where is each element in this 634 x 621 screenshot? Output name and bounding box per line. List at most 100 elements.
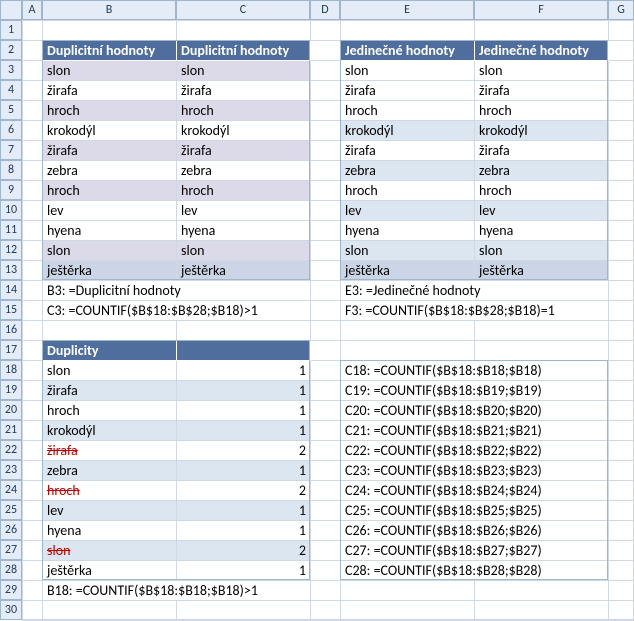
cell[interactable]: [609, 161, 634, 181]
row-header[interactable]: 24: [0, 480, 22, 500]
cell[interactable]: [311, 421, 341, 441]
cell[interactable]: [23, 461, 43, 481]
table-cell[interactable]: hyena: [177, 221, 311, 241]
table-header[interactable]: Jedinečné hodnoty: [341, 41, 475, 61]
table-cell[interactable]: 1: [177, 461, 311, 481]
formula-note[interactable]: C25: =COUNTIF($B$18:$B25;$B25): [341, 501, 609, 521]
formula-note[interactable]: F3: =COUNTIF($B$18:$B$28;$B18)=1: [341, 301, 609, 321]
table-header[interactable]: Jedinečné hodnoty: [475, 41, 609, 61]
table-cell[interactable]: ještěrka: [43, 561, 177, 581]
row-header[interactable]: 26: [0, 520, 22, 540]
cell[interactable]: [341, 601, 475, 621]
table-cell[interactable]: žirafa: [43, 141, 177, 161]
table-cell[interactable]: 1: [177, 381, 311, 401]
row-header[interactable]: 18: [0, 360, 22, 380]
table-header[interactable]: Duplicitní hodnoty: [177, 41, 311, 61]
row-header[interactable]: 19: [0, 380, 22, 400]
row-header[interactable]: 13: [0, 260, 22, 280]
cell[interactable]: [609, 421, 634, 441]
cell[interactable]: [609, 121, 634, 141]
table-cell[interactable]: slon: [341, 61, 475, 81]
cell[interactable]: [311, 21, 341, 41]
cell[interactable]: [23, 181, 43, 201]
formula-note[interactable]: C19: =COUNTIF($B$18:$B19;$B19): [341, 381, 609, 401]
cell[interactable]: [311, 481, 341, 501]
cell[interactable]: [23, 101, 43, 121]
table-cell[interactable]: žirafa: [177, 81, 311, 101]
cell[interactable]: [609, 241, 634, 261]
cell[interactable]: [609, 301, 634, 321]
cell[interactable]: [341, 581, 475, 601]
cell[interactable]: [341, 21, 475, 41]
cell[interactable]: [177, 21, 311, 41]
table-cell[interactable]: krokodýl: [43, 121, 177, 141]
table-cell[interactable]: slon: [43, 241, 177, 261]
row-header[interactable]: 23: [0, 460, 22, 480]
cell[interactable]: [609, 221, 634, 241]
row-header[interactable]: 2: [0, 40, 22, 60]
cell[interactable]: [609, 61, 634, 81]
cell[interactable]: [311, 221, 341, 241]
table-cell[interactable]: lev: [177, 201, 311, 221]
col-header-B[interactable]: B: [42, 0, 176, 20]
table-cell[interactable]: žirafa: [43, 441, 177, 461]
cell[interactable]: [475, 21, 609, 41]
table-cell[interactable]: krokodýl: [475, 121, 609, 141]
cell[interactable]: [609, 321, 634, 341]
table-cell[interactable]: 1: [177, 361, 311, 381]
col-header-D[interactable]: D: [310, 0, 340, 20]
cell-grid[interactable]: Duplicitní hodnotyDuplicitní hodnotyJedi…: [22, 20, 634, 620]
table-cell[interactable]: zebra: [43, 461, 177, 481]
cell[interactable]: [311, 381, 341, 401]
table-cell[interactable]: lev: [475, 201, 609, 221]
cell[interactable]: [23, 41, 43, 61]
row-header[interactable]: 14: [0, 280, 22, 300]
table-cell[interactable]: žirafa: [341, 81, 475, 101]
cell[interactable]: [23, 221, 43, 241]
cell[interactable]: [311, 101, 341, 121]
table-cell[interactable]: hroch: [177, 101, 311, 121]
table-cell[interactable]: žirafa: [475, 81, 609, 101]
table-cell[interactable]: krokodýl: [341, 121, 475, 141]
cell[interactable]: [609, 181, 634, 201]
cell[interactable]: [475, 581, 609, 601]
cell[interactable]: [23, 601, 43, 621]
cell[interactable]: [311, 281, 341, 301]
row-header[interactable]: 28: [0, 560, 22, 580]
cell[interactable]: [311, 601, 341, 621]
table-cell[interactable]: žirafa: [177, 141, 311, 161]
table-cell[interactable]: zebra: [475, 161, 609, 181]
cell[interactable]: [311, 441, 341, 461]
cell[interactable]: [43, 21, 177, 41]
table-cell[interactable]: lev: [341, 201, 475, 221]
cell[interactable]: [23, 201, 43, 221]
cell[interactable]: [23, 381, 43, 401]
table-cell[interactable]: žirafa: [475, 141, 609, 161]
table-cell[interactable]: slon: [475, 241, 609, 261]
cell[interactable]: [311, 61, 341, 81]
table-cell[interactable]: slon: [43, 541, 177, 561]
row-header[interactable]: 29: [0, 580, 22, 600]
table-header[interactable]: Duplicity: [43, 341, 177, 361]
cell[interactable]: [23, 241, 43, 261]
table-cell[interactable]: lev: [43, 201, 177, 221]
table-cell[interactable]: 2: [177, 541, 311, 561]
table-cell[interactable]: ještěrka: [43, 261, 177, 281]
cell[interactable]: [475, 341, 609, 361]
row-header[interactable]: 20: [0, 400, 22, 420]
row-header[interactable]: 7: [0, 140, 22, 160]
cell[interactable]: [23, 61, 43, 81]
cell[interactable]: [177, 601, 311, 621]
table-cell[interactable]: hroch: [177, 181, 311, 201]
cell[interactable]: [341, 321, 475, 341]
row-header[interactable]: 10: [0, 200, 22, 220]
cell[interactable]: [311, 201, 341, 221]
cell[interactable]: [23, 521, 43, 541]
formula-note[interactable]: C3: =COUNTIF($B$18:$B$28;$B18)>1: [43, 301, 311, 321]
cell[interactable]: [311, 501, 341, 521]
cell[interactable]: [311, 341, 341, 361]
cell[interactable]: [23, 561, 43, 581]
cell[interactable]: [23, 341, 43, 361]
cell[interactable]: [311, 561, 341, 581]
cell[interactable]: [311, 241, 341, 261]
